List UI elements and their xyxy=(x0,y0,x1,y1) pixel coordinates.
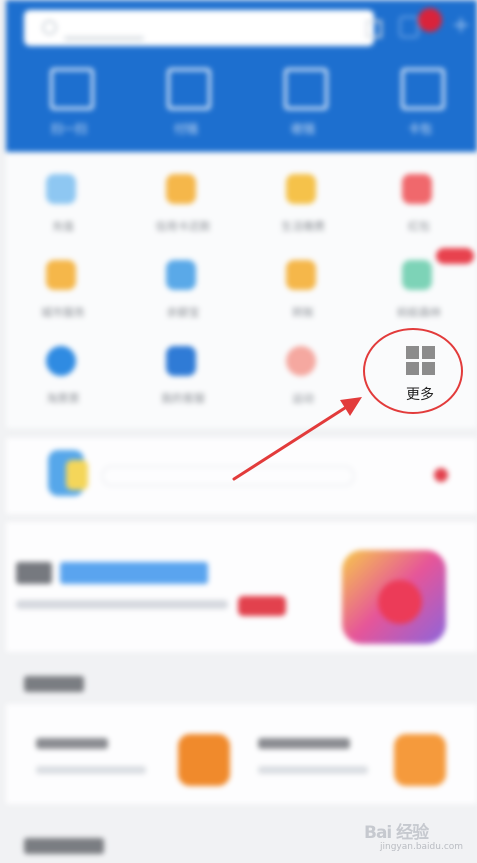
watermark-url: jingyan.baidu.com xyxy=(380,842,464,852)
watermark: Bai 经验 jingyan.baidu.com xyxy=(362,818,474,858)
watermark-logo: Bai 经验 xyxy=(364,823,429,843)
annotation-arrow xyxy=(232,397,362,481)
